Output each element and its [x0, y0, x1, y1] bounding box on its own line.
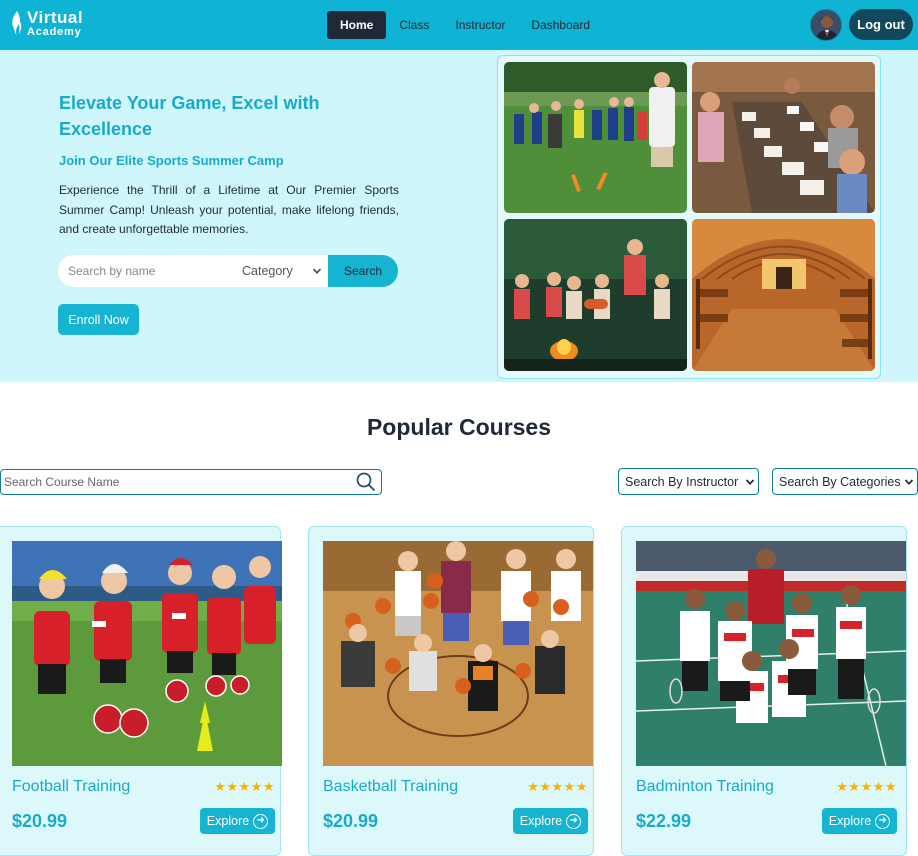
explore-label: Explore	[206, 814, 250, 828]
brand-line2: Academy	[27, 26, 82, 38]
course-title: Football Training	[12, 778, 131, 795]
category-select[interactable]: Category	[228, 264, 326, 278]
enroll-now-button[interactable]: Enroll Now	[58, 304, 139, 335]
brand-logo[interactable]: Virtual Academy	[10, 9, 83, 38]
nav-class[interactable]: Class	[386, 11, 442, 39]
chevron-down-icon	[312, 268, 322, 274]
brand-line1: Virtual	[27, 8, 84, 27]
gallery-photo-cabin	[692, 219, 875, 371]
course-search-box	[0, 469, 382, 495]
nav-menu: Home Class Instructor Dashboard	[327, 11, 603, 39]
nav-dashboard[interactable]: Dashboard	[518, 11, 603, 39]
brand-name: Virtual Academy	[27, 9, 83, 38]
explore-button[interactable]: Explore ➜	[822, 808, 897, 834]
hero-search-bar: Category Search	[58, 255, 398, 287]
course-title: Badminton Training	[636, 778, 774, 795]
category-filter[interactable]: Search By Categories	[772, 468, 918, 495]
arrow-circle-right-icon: ➜	[875, 813, 891, 829]
nav-home[interactable]: Home	[327, 11, 387, 39]
course-title: Basketball Training	[323, 778, 459, 795]
course-card-badminton[interactable]: Badminton Training ★★★★★ $22.99 Explore …	[621, 526, 907, 856]
arrow-circle-right-icon: ➜	[566, 813, 582, 829]
gallery-photo-lunch-table	[692, 62, 875, 213]
flame-logo-icon	[12, 10, 22, 37]
explore-label: Explore	[519, 814, 563, 828]
gallery-photo-outdoor-game	[504, 62, 687, 213]
hero-subtitle: Join Our Elite Sports Summer Camp	[59, 153, 284, 168]
explore-button[interactable]: Explore ➜	[513, 808, 588, 834]
chevron-down-icon	[745, 478, 755, 485]
course-price: $22.99	[636, 811, 692, 831]
rating-stars: ★★★★★	[527, 779, 588, 794]
navbar: Virtual Academy Home Class Instructor Da…	[0, 0, 918, 50]
user-avatar[interactable]	[810, 9, 842, 41]
avatar-image	[811, 10, 841, 40]
name-search-input[interactable]	[58, 255, 228, 287]
rating-stars: ★★★★★	[214, 779, 275, 794]
course-price: $20.99	[12, 811, 68, 831]
hero-search-box: Category	[58, 255, 328, 287]
course-card-football[interactable]: Football Training ★★★★★ $20.99 Explore ➜	[0, 526, 282, 856]
course-image-football	[12, 541, 282, 766]
category-select-value: Category	[242, 264, 293, 278]
search-icon[interactable]	[355, 471, 377, 493]
hero-section: Elevate Your Game, Excel with Excellence…	[0, 50, 918, 382]
chevron-down-icon	[904, 478, 914, 485]
hero-description: Experience the Thrill of a Lifetime at O…	[59, 183, 399, 236]
course-image-badminton	[636, 541, 906, 766]
camp-photo-gallery	[497, 55, 881, 379]
gallery-photo-campfire	[504, 219, 687, 371]
section-title: Popular Courses	[366, 414, 552, 440]
instructor-filter-value: Search By Instructor	[625, 474, 739, 489]
nav-instructor[interactable]: Instructor	[442, 11, 518, 39]
logout-button[interactable]: Log out	[849, 9, 913, 40]
rating-stars: ★★★★★	[836, 779, 897, 794]
course-price: $20.99	[323, 811, 379, 831]
arrow-circle-right-icon: ➜	[253, 813, 269, 829]
search-button[interactable]: Search	[328, 255, 398, 287]
course-search-input[interactable]	[1, 475, 355, 489]
instructor-filter[interactable]: Search By Instructor	[618, 468, 759, 495]
hero-title: Elevate Your Game, Excel with Excellence	[59, 93, 320, 139]
course-image-basketball	[323, 541, 593, 766]
explore-button[interactable]: Explore ➜	[200, 808, 275, 834]
course-card-basketball[interactable]: Basketball Training ★★★★★ $20.99 Explore…	[308, 526, 594, 856]
explore-label: Explore	[828, 814, 872, 828]
category-filter-value: Search By Categories	[779, 474, 901, 489]
